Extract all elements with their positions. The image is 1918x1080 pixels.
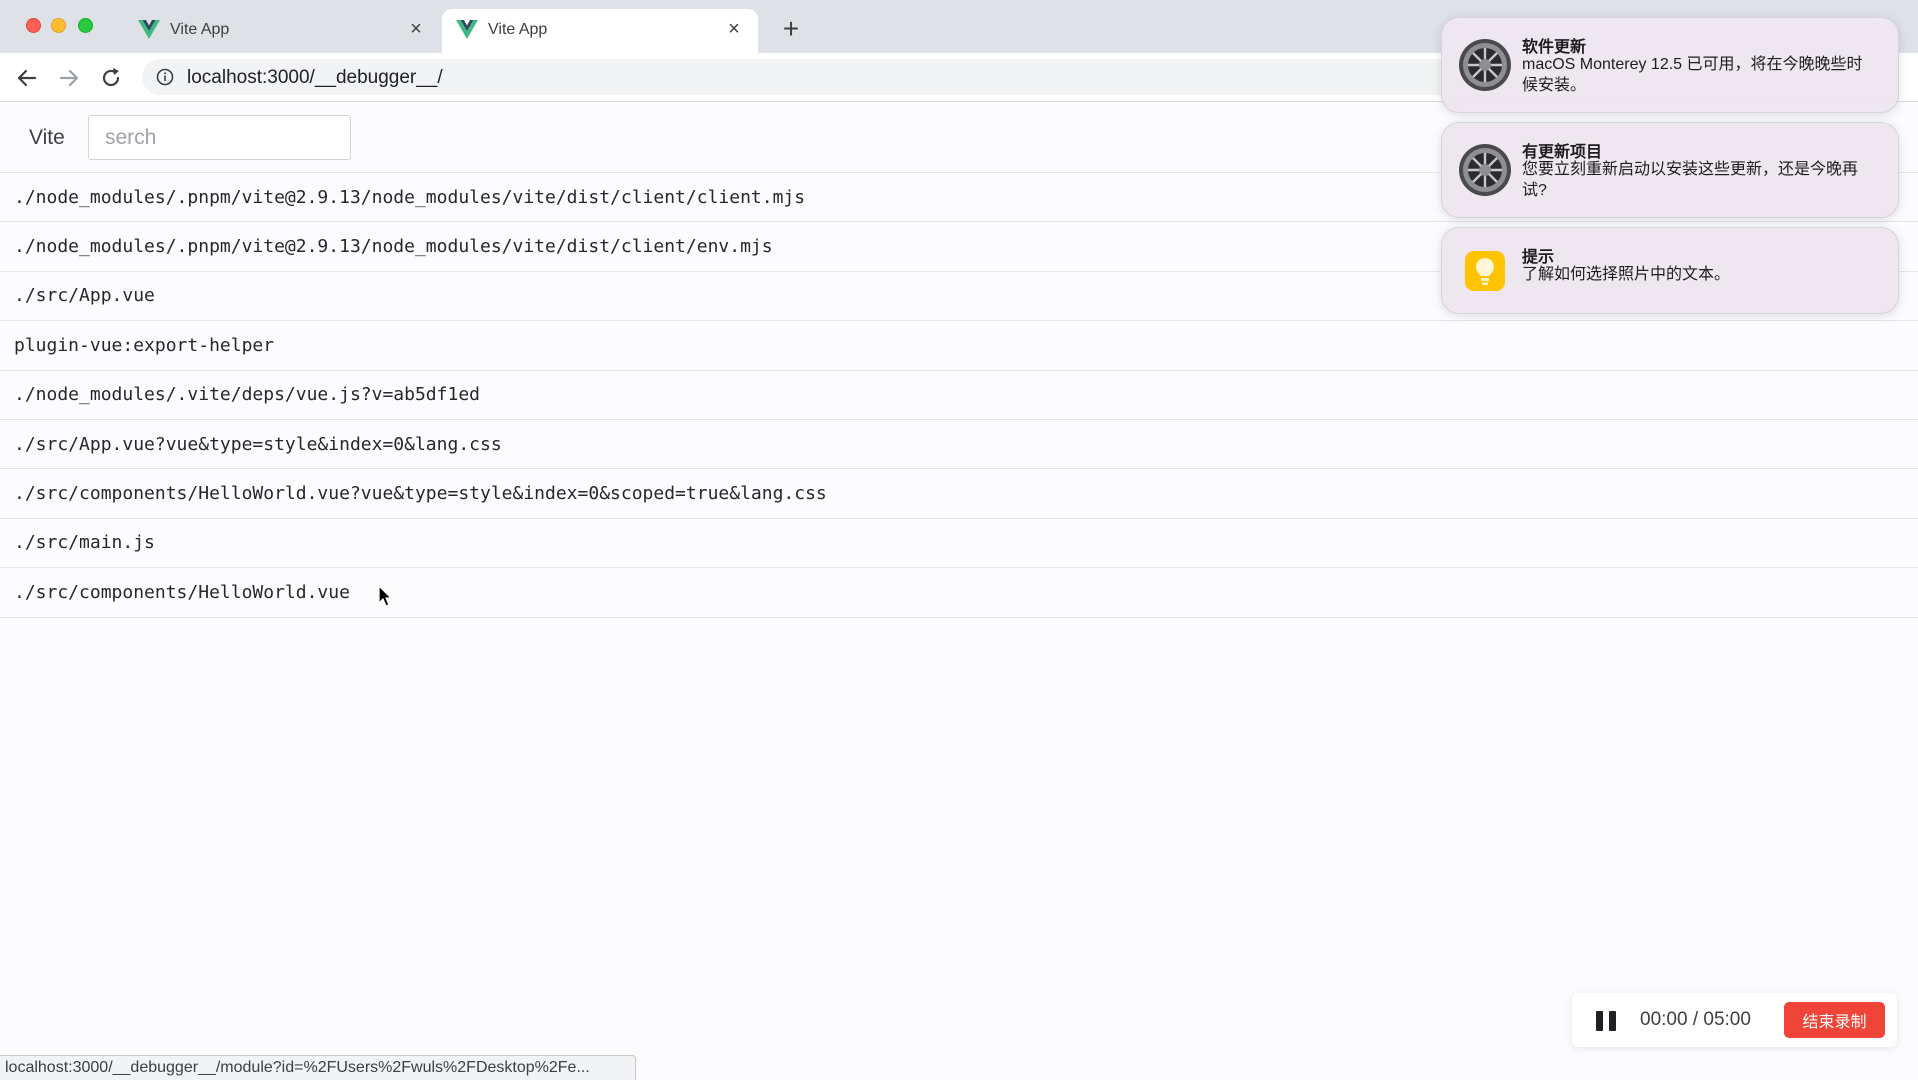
notification-body: macOS Monterey 12.5 已可用，将在今晚晚些时候安装。 [1522,56,1863,94]
link-status-bubble: localhost:3000/__debugger__/module?id=%2… [0,1055,636,1080]
module-row[interactable]: ./src/App.vue?vue&type=style&index=0&lan… [0,420,1918,470]
forward-arrow-icon[interactable] [54,63,84,93]
recording-timer: 00:00 / 05:00 [1640,1009,1751,1030]
pause-icon[interactable] [1594,1010,1618,1032]
notification-tips[interactable]: 提示 了解如何选择照片中的文本。 [1441,227,1899,314]
system-preferences-icon [1459,144,1511,196]
notification-software-update[interactable]: 软件更新 macOS Monterey 12.5 已可用，将在今晚晚些时候安装。 [1441,17,1899,113]
vue-logo-icon [138,20,160,39]
info-icon[interactable] [156,68,174,86]
screen-recorder-widget: 00:00 / 05:00 结束录制 [1572,993,1897,1047]
new-tab-button[interactable]: + [776,14,806,44]
zoom-window-button[interactable] [78,18,93,33]
tab-close-icon[interactable]: × [724,19,744,39]
tab-close-icon[interactable]: × [406,19,426,39]
module-row[interactable]: ./node_modules/.vite/deps/vue.js?v=ab5df… [0,371,1918,420]
system-preferences-icon [1459,39,1511,91]
url-text[interactable]: localhost:3000/__debugger__/ [187,67,443,89]
module-row[interactable]: ./src/components/HelloWorld.vue [0,568,1918,618]
brand-title: Vite [29,126,65,149]
close-window-button[interactable] [26,18,41,33]
notification-updates-available[interactable]: 有更新项目 您要立刻重新启动以安装这些更新，还是今晚再试? [1441,122,1899,218]
notification-body: 了解如何选择照片中的文本。 [1522,266,1731,283]
mouse-pointer-icon [378,585,393,607]
module-row[interactable]: plugin-vue:export-helper [0,321,1918,371]
tab-title: Vite App [170,21,230,38]
back-arrow-icon[interactable] [12,63,42,93]
module-row[interactable]: ./src/components/HelloWorld.vue?vue&type… [0,469,1918,519]
tips-lightbulb-icon [1465,251,1505,291]
address-bar[interactable]: localhost:3000/__debugger__/ [142,59,1622,95]
minimize-window-button[interactable] [51,18,66,33]
stop-recording-button[interactable]: 结束录制 [1784,1002,1885,1038]
reload-icon[interactable] [96,63,126,93]
tab-vite-app-2[interactable]: Vite App × [442,9,758,53]
vue-logo-icon [456,20,478,39]
tab-vite-app-1[interactable]: Vite App × [124,9,440,53]
tab-title: Vite App [488,21,548,38]
search-input[interactable] [88,115,351,160]
module-row[interactable]: ./src/main.js [0,519,1918,569]
notification-body: 您要立刻重新启动以安装这些更新，还是今晚再试? [1522,161,1859,199]
